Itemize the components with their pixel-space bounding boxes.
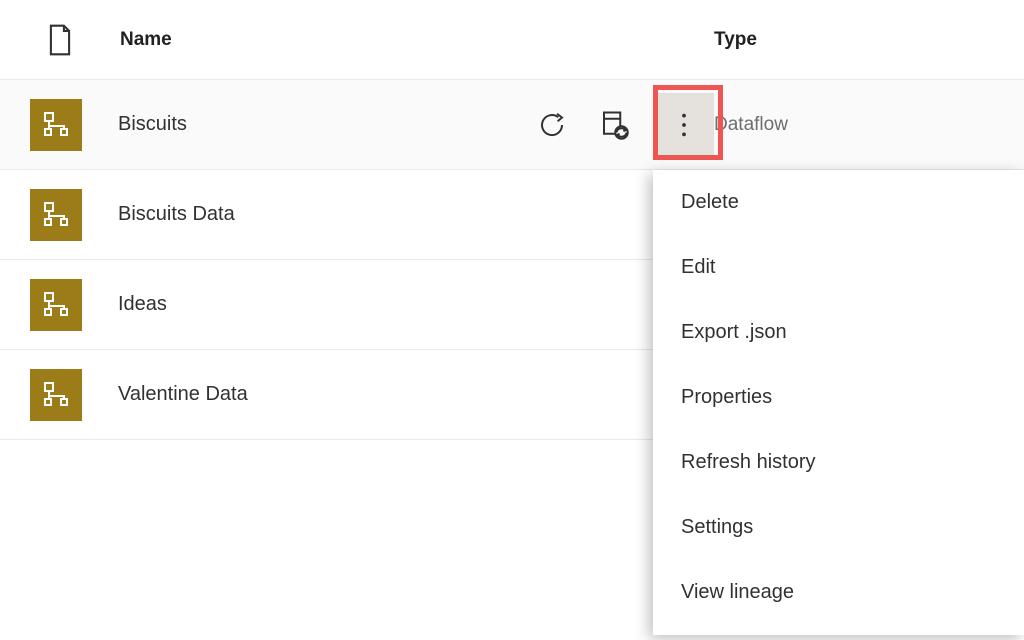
more-vertical-icon — [680, 111, 688, 139]
menu-item-export-json[interactable]: Export .json — [653, 300, 1024, 365]
dataflow-icon — [41, 290, 71, 320]
item-name[interactable]: Ideas — [82, 293, 484, 316]
menu-item-label: Export .json — [681, 321, 787, 344]
menu-item-label: Delete — [681, 191, 739, 214]
schedule-refresh-icon — [599, 110, 629, 140]
item-name[interactable]: Valentine Data — [82, 383, 484, 406]
menu-item-refresh-history[interactable]: Refresh history — [653, 430, 1024, 495]
refresh-icon — [537, 110, 567, 140]
menu-item-view-lineage[interactable]: View lineage — [653, 560, 1024, 625]
context-menu: Delete Edit Export .json Properties Refr… — [653, 170, 1024, 635]
column-header-row: Name Type — [0, 0, 1024, 80]
file-icon — [47, 24, 73, 56]
column-header-name[interactable]: Name — [90, 29, 714, 51]
dataflow-tile-icon — [30, 99, 82, 151]
item-type: Dataflow — [714, 114, 994, 136]
dataflow-icon — [41, 200, 71, 230]
dataflow-icon — [41, 380, 71, 410]
dataflow-tile-icon — [30, 189, 82, 241]
list-row[interactable]: Biscuits — [0, 80, 1024, 170]
dataflow-icon — [41, 110, 71, 140]
item-name[interactable]: Biscuits Data — [82, 203, 484, 226]
more-options-button[interactable] — [654, 93, 714, 157]
column-header-type[interactable]: Type — [714, 29, 994, 51]
menu-item-edit[interactable]: Edit — [653, 235, 1024, 300]
menu-item-label: View lineage — [681, 581, 794, 604]
menu-item-settings[interactable]: Settings — [653, 495, 1024, 560]
dataflow-tile-icon — [30, 369, 82, 421]
menu-item-label: Refresh history — [681, 451, 816, 474]
dataflow-tile-icon — [30, 279, 82, 331]
column-header-icon — [30, 24, 90, 56]
menu-item-label: Settings — [681, 516, 753, 539]
menu-item-delete[interactable]: Delete — [653, 170, 1024, 235]
menu-item-properties[interactable]: Properties — [653, 365, 1024, 430]
menu-item-label: Edit — [681, 256, 715, 279]
schedule-refresh-button[interactable] — [592, 97, 636, 153]
menu-item-label: Properties — [681, 386, 772, 409]
refresh-now-button[interactable] — [530, 97, 574, 153]
item-name[interactable]: Biscuits — [82, 113, 484, 136]
